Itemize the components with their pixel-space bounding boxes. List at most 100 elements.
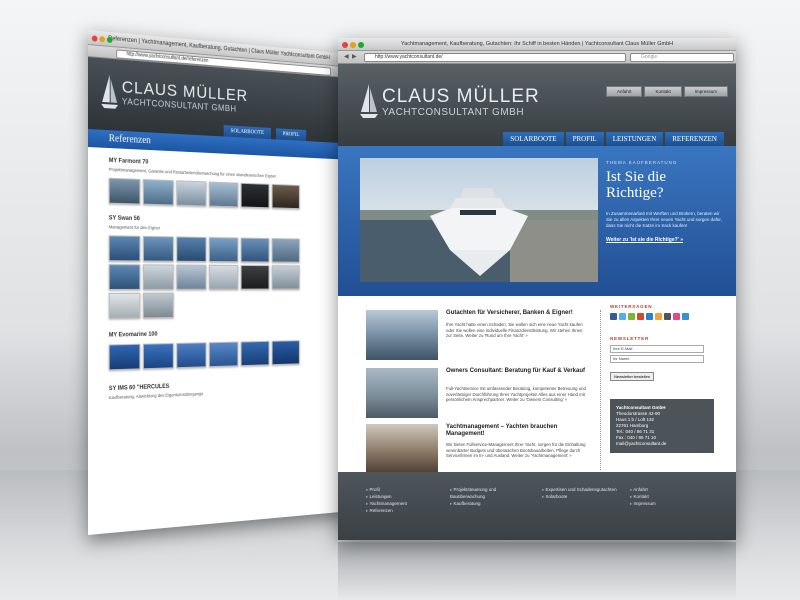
address-box: Yachtconsultant GmbH Theodorstrasse 42-9… <box>610 399 714 453</box>
gallery-thumbnail[interactable] <box>142 343 174 370</box>
gallery-thumbnail[interactable] <box>176 236 207 262</box>
gallery-thumbnail[interactable] <box>108 292 141 319</box>
article-title[interactable]: Yachtmanagement – Yachten brauchen Manag… <box>446 424 586 438</box>
footer-link[interactable]: Solarboote <box>542 493 618 500</box>
topnav-anfahrt[interactable]: Anfahrt <box>605 86 643 97</box>
hero-link[interactable]: Weiter zu 'Ist sie die Richtige?' » <box>606 237 724 243</box>
article-body: Ihre Yacht hatte einen Schaden, Sie woll… <box>446 322 583 339</box>
article-image[interactable] <box>366 368 438 418</box>
sidebar: WEITERSAGEN NEWSLETTER Ihre E-Mail Ihr N… <box>610 304 714 453</box>
gallery-thumbnail[interactable] <box>208 264 239 290</box>
newsletter-heading: NEWSLETTER <box>610 336 649 341</box>
gallery-thumbnail[interactable] <box>271 340 300 366</box>
footer-link[interactable]: Expertisen und Schadensgutachten <box>542 486 618 493</box>
nav-profil[interactable]: PROFIL <box>275 128 306 142</box>
nav-leistungen[interactable]: LEISTUNGEN <box>605 132 664 146</box>
sailboat-logo-icon <box>360 84 378 118</box>
gallery-thumbnail[interactable] <box>108 343 141 371</box>
hero-yacht-image <box>360 158 598 282</box>
gallery-thumbnail[interactable] <box>108 177 141 205</box>
nav-referenzen[interactable]: REFERENZEN <box>665 132 724 146</box>
footer-link[interactable]: Leistungen <box>366 493 407 500</box>
minimize-icon[interactable] <box>350 42 356 48</box>
email-icon[interactable] <box>664 313 671 320</box>
gallery-thumbnail[interactable] <box>142 264 174 290</box>
gallery-thumbnail[interactable] <box>240 265 270 290</box>
delicious-icon[interactable] <box>646 313 653 320</box>
search-input[interactable]: Google <box>630 53 734 62</box>
flickr-icon[interactable] <box>673 313 680 320</box>
footer-link[interactable]: Anfahrt <box>630 486 656 493</box>
gallery-thumbnail[interactable] <box>108 235 141 262</box>
footer-link[interactable]: Referenzen <box>366 507 407 514</box>
nav-solarboote[interactable]: SOLARBOOTE <box>503 132 564 146</box>
window-reflection <box>338 542 736 600</box>
footer-link[interactable]: Impressum <box>630 500 656 507</box>
front-window-title: Yachtmanagement, Kaufberatung, Gutachten… <box>400 41 674 47</box>
site-footer: Profil Leistungen Yachtmanagement Refere… <box>338 472 736 540</box>
front-address-bar[interactable]: http://www.yachtconsultant.de/ <box>364 53 626 62</box>
address-email[interactable]: mail@yachtconsultant.de <box>616 441 708 447</box>
gallery-thumbnail[interactable] <box>142 235 174 262</box>
reference-evomarine: MY Evomarine 100 <box>88 316 347 371</box>
article-title[interactable]: Owners Consultant: Beratung für Kauf & V… <box>446 368 586 375</box>
article-image[interactable] <box>366 424 438 474</box>
main-content: Gutachten für Versicherer, Banken & Eign… <box>338 296 736 486</box>
forward-arrow-icon[interactable]: ▶ <box>352 53 357 60</box>
zoom-icon[interactable] <box>106 36 113 44</box>
gallery-thumbnail[interactable] <box>142 179 174 206</box>
share-icon[interactable] <box>637 313 644 320</box>
article-body: Full-Yachtservice mit umfassender Beratu… <box>446 386 586 403</box>
gallery-thumbnail[interactable] <box>142 292 174 319</box>
digg-icon[interactable] <box>682 313 689 320</box>
twitter-icon[interactable] <box>619 313 626 320</box>
footer-link[interactable]: Kaufberatung <box>450 500 526 507</box>
footer-link[interactable]: Profil <box>366 486 407 493</box>
zoom-icon[interactable] <box>358 42 364 48</box>
back-arrow-icon[interactable]: ◀ <box>344 53 349 60</box>
reference-swan: SY Swan 56 Management für den Eigner <box>88 203 347 319</box>
newsletter-subscribe-button[interactable]: Newsletter bestellen <box>610 372 655 381</box>
facebook-icon[interactable] <box>610 313 617 320</box>
gallery-thumbnail[interactable] <box>240 182 270 209</box>
front-window-titlebar: Yachtmanagement, Kaufberatung, Gutachten… <box>338 38 736 51</box>
close-icon[interactable] <box>91 35 98 42</box>
share-heading: WEITERSAGEN <box>610 304 653 309</box>
close-icon[interactable] <box>342 42 348 48</box>
gallery-thumbnail[interactable] <box>271 238 300 263</box>
topnav-kontakt[interactable]: Kontakt <box>644 86 682 97</box>
hero-banner: THEMA KAUFBERATUNG Ist Sie die Richtige?… <box>338 146 736 296</box>
topnav-impressum[interactable]: Impressum <box>683 86 728 97</box>
minimize-icon[interactable] <box>99 36 106 43</box>
gallery-thumbnail[interactable] <box>240 340 270 367</box>
column-divider <box>600 310 601 470</box>
newsletter-email-input[interactable]: Ihre E-Mail <box>610 345 704 353</box>
gallery-thumbnail[interactable] <box>176 180 207 207</box>
footer-link[interactable]: Yachtmanagement <box>366 500 406 507</box>
article-gutachten: Gutachten für Versicherer, Banken & Eign… <box>366 310 586 364</box>
gallery-thumbnail[interactable] <box>176 342 207 369</box>
front-browser-window: Yachtmanagement, Kaufberatung, Gutachten… <box>338 38 736 540</box>
front-toolbar: ◀ ▶ http://www.yachtconsultant.de/ Googl… <box>338 51 736 64</box>
newsletter-name-input[interactable]: Ihr Name <box>610 355 704 363</box>
rss-icon[interactable] <box>655 313 662 320</box>
share-icons <box>610 313 714 320</box>
article-yachtmanagement: Yachtmanagement – Yachten brauchen Manag… <box>366 424 586 478</box>
footer-link[interactable]: Kontakt <box>630 493 656 500</box>
hero-body: In Zusammenarbeit mit Werften und Broker… <box>606 211 722 228</box>
nav-profil[interactable]: PROFIL <box>565 132 604 146</box>
site-header: Anfahrt Kontakt Impressum CLAUS MÜLLER Y… <box>338 64 736 146</box>
article-image[interactable] <box>366 310 438 360</box>
gallery-thumbnail[interactable] <box>240 237 270 263</box>
article-title[interactable]: Gutachten für Versicherer, Banken & Eign… <box>446 310 586 317</box>
gallery-thumbnail[interactable] <box>271 184 300 210</box>
bookmark-icon[interactable] <box>628 313 635 320</box>
gallery-thumbnail[interactable] <box>108 264 141 290</box>
gallery-thumbnail[interactable] <box>208 181 239 208</box>
gallery-thumbnail[interactable] <box>176 264 207 290</box>
main-nav: SOLARBOOTE PROFIL LEISTUNGEN REFERENZEN <box>503 132 724 146</box>
gallery-thumbnail[interactable] <box>271 265 300 290</box>
footer-link[interactable]: Projektsteuerung und Bauüberwachung <box>450 486 526 500</box>
gallery-thumbnail[interactable] <box>208 341 239 368</box>
gallery-thumbnail[interactable] <box>208 237 239 263</box>
